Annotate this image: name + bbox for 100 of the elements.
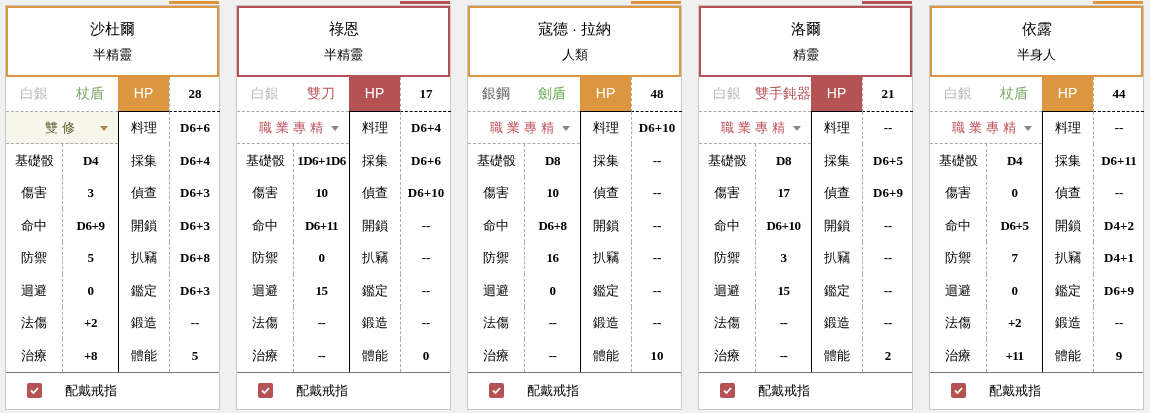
stat-value: -- bbox=[1093, 176, 1144, 210]
stat-label: 體能 bbox=[349, 339, 400, 372]
check-icon bbox=[29, 385, 40, 397]
stat-value: -- bbox=[862, 209, 913, 242]
stat-label: 鍛造 bbox=[580, 306, 631, 340]
stat-value: +11 bbox=[986, 339, 1042, 372]
character-name: 寇德 · 拉納 bbox=[537, 21, 612, 37]
stat-value: D6+3 bbox=[169, 274, 220, 307]
caret-icon bbox=[331, 125, 339, 131]
stat-label: 基礎骰 bbox=[475, 151, 517, 170]
stat-label: 基礎骰 bbox=[13, 151, 55, 170]
stat-value: D6+8 bbox=[524, 209, 580, 242]
ring-checkbox[interactable] bbox=[951, 383, 966, 399]
stat-value: -- bbox=[862, 111, 913, 145]
stat-label: 開鎖 bbox=[1042, 209, 1093, 242]
stat-label: 命中 bbox=[482, 216, 510, 235]
stat-label: 鍛造 bbox=[118, 306, 169, 340]
stat-label: 鑑定 bbox=[349, 274, 400, 307]
stat-label: 防禦 bbox=[482, 249, 510, 268]
stat-label: 鑑定 bbox=[811, 274, 862, 307]
stat-label: 採集 bbox=[349, 144, 400, 177]
stat-label: 鍛造 bbox=[811, 306, 862, 340]
stat-value: -- bbox=[400, 306, 451, 340]
stat-label: 體能 bbox=[580, 339, 631, 372]
ring-checkbox[interactable] bbox=[27, 383, 42, 399]
stat-label: 偵查 bbox=[580, 176, 631, 210]
hp-value: 48 bbox=[631, 76, 682, 112]
stat-label: 治療 bbox=[482, 346, 510, 365]
stat-value: D6+4 bbox=[169, 144, 220, 177]
check-icon bbox=[260, 385, 271, 397]
stat-value: -- bbox=[755, 339, 811, 372]
stat-value: D4+2 bbox=[1093, 209, 1144, 242]
character-name: 依露 bbox=[1021, 21, 1052, 37]
stat-label: 開鎖 bbox=[811, 209, 862, 242]
stat-label: 命中 bbox=[20, 216, 48, 235]
stat-value: +2 bbox=[986, 306, 1042, 340]
ring-checkbox[interactable] bbox=[489, 383, 504, 399]
character-name: 洛爾 bbox=[790, 21, 821, 37]
stat-label: 料理 bbox=[118, 111, 169, 145]
ring-label: 配戴戒指 bbox=[758, 382, 810, 401]
stat-value: D8 bbox=[524, 144, 580, 177]
stat-label: 治療 bbox=[251, 346, 279, 365]
stat-label: 開鎖 bbox=[580, 209, 631, 242]
stat-label: 扒竊 bbox=[811, 241, 862, 275]
stat-value: 3 bbox=[62, 176, 118, 210]
character-name: 沙杜爾 bbox=[90, 21, 135, 37]
stat-value: -- bbox=[862, 306, 913, 340]
stat-label: 防禦 bbox=[944, 249, 972, 268]
stat-value: 0 bbox=[62, 274, 118, 307]
caret-icon bbox=[100, 125, 108, 131]
stat-value: 0 bbox=[986, 176, 1042, 210]
stat-value: 0 bbox=[293, 241, 349, 275]
stat-value: 15 bbox=[293, 274, 349, 307]
stat-label: 採集 bbox=[118, 144, 169, 177]
stat-label: 扒竊 bbox=[349, 241, 400, 275]
stat-value: -- bbox=[862, 274, 913, 307]
ring-label: 配戴戒指 bbox=[989, 382, 1041, 401]
material-label: 白銀 bbox=[930, 76, 986, 112]
stat-label: 體能 bbox=[1042, 339, 1093, 372]
stat-value: 10 bbox=[524, 176, 580, 210]
stat-label: 迴避 bbox=[251, 281, 279, 300]
stat-label: 治療 bbox=[713, 346, 741, 365]
ring-label: 配戴戒指 bbox=[296, 382, 348, 401]
ring-checkbox[interactable] bbox=[720, 383, 735, 399]
stat-label: 傷害 bbox=[251, 184, 279, 203]
stat-value: -- bbox=[755, 306, 811, 340]
stat-value: 0 bbox=[400, 339, 451, 372]
stat-value: D6+9 bbox=[1093, 274, 1144, 307]
stat-label: 偵查 bbox=[118, 176, 169, 210]
character-race: 半精靈 bbox=[324, 48, 363, 62]
stat-value: D6+5 bbox=[986, 209, 1042, 242]
stat-value: D6+3 bbox=[169, 176, 220, 210]
stat-value: D6+11 bbox=[1093, 144, 1144, 177]
stat-value: D6+5 bbox=[862, 144, 913, 177]
stat-label: 傷害 bbox=[944, 184, 972, 203]
stat-value: D6+8 bbox=[169, 241, 220, 275]
stat-label: 採集 bbox=[811, 144, 862, 177]
stat-label: 迴避 bbox=[20, 281, 48, 300]
stat-value: 16 bbox=[524, 241, 580, 275]
class-dropdown[interactable]: 雙修 bbox=[6, 111, 118, 145]
stat-label: 料理 bbox=[349, 111, 400, 145]
stat-value: D4 bbox=[62, 144, 118, 177]
stat-label: 防禦 bbox=[20, 249, 48, 268]
stat-label: 迴避 bbox=[713, 281, 741, 300]
ring-checkbox[interactable] bbox=[258, 383, 273, 399]
stat-value: -- bbox=[631, 209, 682, 242]
hp-label: HP bbox=[349, 76, 400, 112]
stat-label: 偵查 bbox=[811, 176, 862, 210]
stat-value: D4+1 bbox=[1093, 241, 1144, 275]
stat-label: 體能 bbox=[118, 339, 169, 372]
stat-value: 17 bbox=[755, 176, 811, 210]
stat-label: 命中 bbox=[713, 216, 741, 235]
caret-icon bbox=[562, 125, 570, 131]
caret-icon bbox=[1024, 125, 1032, 131]
stat-value: -- bbox=[631, 241, 682, 275]
hp-value: 28 bbox=[169, 76, 220, 112]
stat-label: 鍛造 bbox=[1042, 306, 1093, 340]
stat-label: 法傷 bbox=[20, 314, 48, 333]
stat-value: -- bbox=[169, 306, 220, 340]
hp-label: HP bbox=[118, 76, 169, 112]
